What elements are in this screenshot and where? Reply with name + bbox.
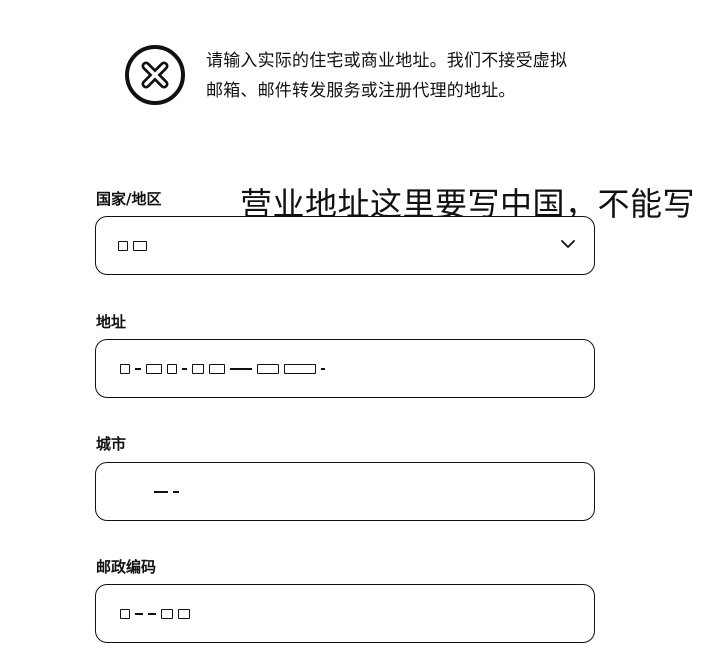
- chevron-down-icon: [558, 234, 578, 254]
- city-value-redacted: [154, 485, 179, 499]
- country-label: 国家/地区: [96, 190, 162, 208]
- city-input[interactable]: [95, 462, 595, 521]
- country-value-redacted: [118, 239, 147, 253]
- address-value-redacted: [120, 362, 325, 376]
- postal-code-input[interactable]: [95, 584, 595, 643]
- address-input[interactable]: [95, 339, 595, 398]
- city-label: 城市: [96, 435, 127, 453]
- address-label: 地址: [96, 313, 127, 331]
- x-circle-icon: [124, 44, 186, 106]
- country-select[interactable]: [95, 216, 595, 275]
- alert-message: 请输入实际的住宅或商业地址。我们不接受虚拟邮箱、邮件转发服务或注册代理的地址。: [206, 51, 568, 101]
- postal-code-label: 邮政编码: [96, 558, 157, 576]
- postal-code-value-redacted: [120, 607, 190, 621]
